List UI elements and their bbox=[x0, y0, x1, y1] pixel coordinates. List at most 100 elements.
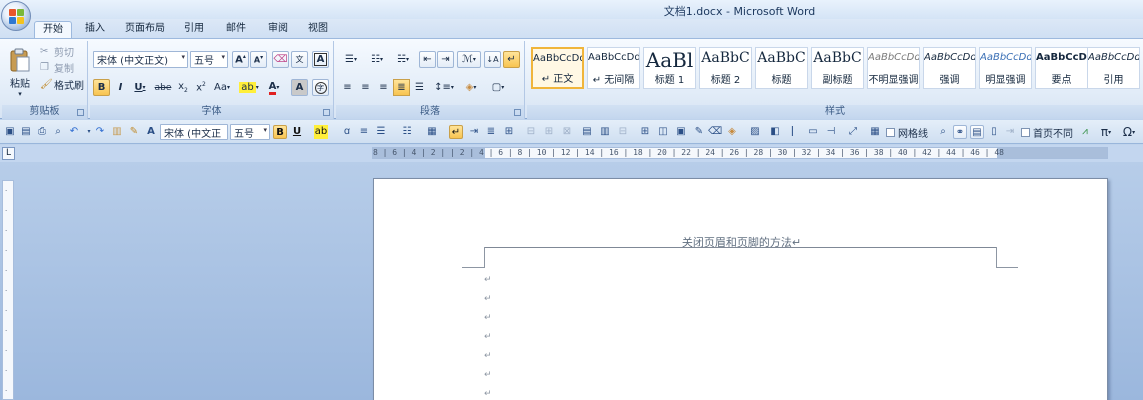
multilevel-list-button[interactable]: ☵ ▾ bbox=[391, 51, 415, 68]
tab-page-layout[interactable]: 页面布局 bbox=[119, 21, 171, 38]
style-intense-emphasis[interactable]: AaBbCcDd 明显强调 bbox=[979, 47, 1032, 89]
qat-merge-icon[interactable]: ⊟ bbox=[616, 125, 630, 139]
align-left-button[interactable]: ≡ bbox=[339, 79, 356, 96]
qat-phonetic-icon[interactable]: ꭤ bbox=[340, 125, 354, 139]
paste-icon[interactable]: ▥ bbox=[110, 125, 124, 139]
italic-button[interactable]: I bbox=[112, 79, 129, 96]
qat-book-icon[interactable]: ▤ bbox=[970, 125, 984, 139]
horizontal-ruler[interactable]: 8 | 6 | 4 | 2 | | 2 | 4 | 6 | 8 | 10 | 1… bbox=[372, 147, 1108, 159]
align-center-button[interactable]: ≡ bbox=[357, 79, 374, 96]
style-no-spacing[interactable]: AaBbCcDd ↵ 无间隔 bbox=[587, 47, 640, 89]
qat-table-icon[interactable]: ⊞ bbox=[502, 125, 516, 139]
style-strong[interactable]: AaBbCcDd 要点 bbox=[1035, 47, 1088, 89]
paste-button[interactable]: 粘贴 ▾ bbox=[5, 43, 35, 101]
qat-zoom-icon[interactable]: ⌕ bbox=[936, 125, 950, 139]
qat-draw-table-icon[interactable]: ✎ bbox=[692, 125, 706, 139]
style-title[interactable]: AaBbC 标题 bbox=[755, 47, 808, 89]
qat-columns-icon[interactable]: ◫ bbox=[656, 125, 670, 139]
qat-shapes-icon[interactable]: ◧ bbox=[768, 125, 782, 139]
char-border-button[interactable]: A bbox=[312, 51, 329, 68]
underline-button[interactable]: U ▾ bbox=[130, 79, 150, 96]
shrink-font-button[interactable]: A▾ bbox=[250, 51, 267, 68]
enclose-char-button[interactable]: 字 bbox=[312, 79, 329, 96]
shading-button[interactable]: ◈ ▾ bbox=[459, 79, 483, 96]
qat-resize-icon[interactable]: ⤢ bbox=[846, 125, 860, 139]
format-painter-button[interactable]: 🖌 格式刷 bbox=[40, 77, 88, 92]
tab-mailings[interactable]: 邮件 bbox=[220, 21, 252, 38]
qat-chart-icon[interactable]: ⩘ bbox=[1078, 125, 1092, 139]
qat-eraser-icon[interactable]: ⌫ bbox=[708, 125, 722, 139]
tab-selector-icon[interactable]: L bbox=[2, 147, 15, 160]
qat-align-icon[interactable]: ≡ bbox=[357, 125, 371, 139]
qat-page-icon[interactable]: ▯ bbox=[987, 125, 1001, 139]
font-name-dropdown[interactable]: 宋体 (中文正文) ▾ bbox=[93, 51, 188, 68]
cut-button[interactable]: ✂ 剪切 bbox=[40, 44, 84, 59]
change-case-button[interactable]: Aa ▾ bbox=[211, 79, 233, 96]
font-color-button[interactable]: A ▾ bbox=[263, 79, 285, 96]
superscript-button[interactable]: x2 bbox=[193, 79, 209, 96]
qat-font-name-dropdown[interactable]: 宋体 (中文正 bbox=[160, 124, 228, 140]
tab-references[interactable]: 引用 bbox=[178, 21, 210, 38]
qat-bracket-icon[interactable]: ⎸ bbox=[790, 125, 804, 139]
decrease-indent-button[interactable]: ⇤ bbox=[419, 51, 436, 68]
equation-button[interactable]: π ▾ bbox=[1096, 125, 1116, 139]
gridlines-checkbox[interactable]: 网格线 bbox=[886, 125, 932, 140]
style-subtitle[interactable]: AaBbC 副标题 bbox=[811, 47, 864, 89]
char-shading-button[interactable]: A bbox=[291, 79, 308, 96]
print-icon[interactable]: ⎙ bbox=[35, 125, 49, 139]
qat-position-icon[interactable]: ⊣ bbox=[824, 125, 838, 139]
qat-textbox-icon[interactable]: ▣ bbox=[674, 125, 688, 139]
qat-numbering-icon[interactable]: ☷ bbox=[400, 125, 414, 139]
show-marks-button[interactable]: ↵ bbox=[503, 51, 520, 68]
style-quote[interactable]: AaBbCcDd 引用 bbox=[1087, 47, 1140, 89]
grid-icon[interactable]: ▦ bbox=[868, 125, 882, 139]
justify-button[interactable]: ≣ bbox=[393, 79, 410, 96]
vertical-ruler[interactable]: · · · · · · · · · · · bbox=[2, 180, 14, 400]
bold-button[interactable]: B bbox=[93, 79, 110, 96]
qat-insert-row-icon[interactable]: ⊟ bbox=[524, 125, 538, 139]
qat-borders-icon[interactable]: ▦ bbox=[425, 125, 439, 139]
qat-header-icon[interactable]: ▤ bbox=[580, 125, 594, 139]
qat-footer-icon[interactable]: ▥ bbox=[598, 125, 612, 139]
qat-delete-icon[interactable]: ⊠ bbox=[560, 125, 574, 139]
document-page[interactable]: 关闭页眉和页脚的方法↵ ↵ ↵ ↵ ↵ ↵ ↵ ↵ bbox=[373, 178, 1108, 400]
font-size-dropdown[interactable]: 五号 ▾ bbox=[190, 51, 228, 68]
redo-icon[interactable]: ↷ bbox=[93, 125, 107, 139]
align-right-button[interactable]: ≡ bbox=[375, 79, 392, 96]
tab-insert[interactable]: 插入 bbox=[78, 21, 112, 38]
qat-paragraph-mark-icon[interactable]: ↵ bbox=[449, 125, 463, 139]
paintbrush-icon[interactable]: ✎ bbox=[127, 125, 141, 139]
qat-bullets-icon[interactable]: ☰ bbox=[374, 125, 388, 139]
style-emphasis[interactable]: AaBbCcDd 强调 bbox=[923, 47, 976, 89]
tab-home[interactable]: 开始 bbox=[34, 21, 72, 38]
qat-underline-icon[interactable]: U bbox=[290, 125, 304, 139]
office-button[interactable] bbox=[1, 1, 31, 31]
qat-highlighter-icon[interactable]: ab bbox=[314, 125, 328, 139]
qat-insert-col-icon[interactable]: ⊞ bbox=[542, 125, 556, 139]
highlight-button[interactable]: ab ▾ bbox=[237, 79, 261, 96]
style-heading-1[interactable]: AaBl 标题 1 bbox=[643, 47, 696, 89]
borders-button[interactable]: ▢ ▾ bbox=[486, 79, 510, 96]
qat-link-icon[interactable]: ⚭ bbox=[953, 125, 967, 139]
clipboard-launcher-icon[interactable] bbox=[77, 109, 84, 116]
qat-next-icon[interactable]: ⇥ bbox=[1003, 125, 1017, 139]
copy-button[interactable]: ❐ 复制 bbox=[40, 60, 84, 75]
grow-font-button[interactable]: A▴ bbox=[232, 51, 249, 68]
tab-view[interactable]: 视图 bbox=[302, 21, 334, 38]
style-normal[interactable]: AaBbCcDd ↵ 正文 bbox=[531, 47, 584, 89]
qat-font-size-dropdown[interactable]: 五号 ▾ bbox=[230, 124, 270, 140]
clear-format-button[interactable]: ⌫ bbox=[272, 51, 289, 68]
style-subtle-emphasis[interactable]: AaBbCcDd 不明显强调 bbox=[867, 47, 920, 89]
paragraph-launcher-icon[interactable] bbox=[514, 109, 521, 116]
chinese-layout-button[interactable]: ℳ ▾ bbox=[457, 51, 481, 68]
numbering-button[interactable]: ☷ ▾ bbox=[365, 51, 389, 68]
qat-bold-icon[interactable]: B bbox=[273, 125, 287, 139]
font-launcher-icon[interactable] bbox=[323, 109, 330, 116]
bullets-button[interactable]: ☰ ▾ bbox=[339, 51, 363, 68]
distributed-button[interactable]: ☰ bbox=[411, 79, 428, 96]
print-preview-icon[interactable]: ⌕ bbox=[51, 125, 65, 139]
save-as-icon[interactable]: ▤ bbox=[19, 125, 33, 139]
qat-picture-icon[interactable]: ▨ bbox=[748, 125, 762, 139]
save-icon[interactable]: ▣ bbox=[3, 125, 17, 139]
qat-frame-icon[interactable]: ▭ bbox=[806, 125, 820, 139]
